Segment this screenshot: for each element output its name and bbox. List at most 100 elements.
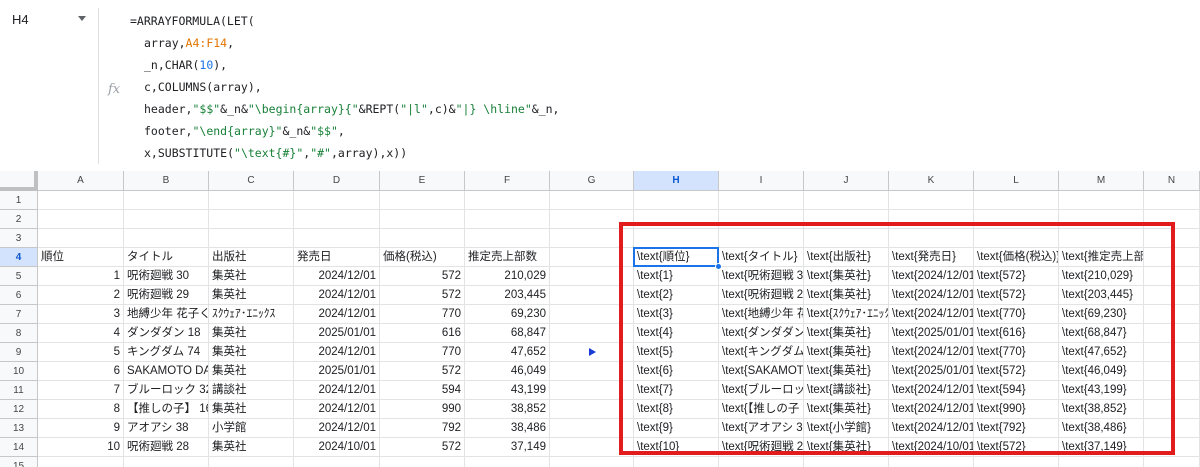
cell-l7[interactable]: \text{770} [974, 305, 1059, 324]
cell-d6[interactable]: 2024/12/01 [294, 286, 380, 305]
cell-m1[interactable] [1059, 191, 1144, 210]
cell-d9[interactable]: 2024/12/01 [294, 343, 380, 362]
cell-e2[interactable] [380, 210, 465, 229]
cell-d5[interactable]: 2024/12/01 [294, 267, 380, 286]
cell-l1[interactable] [974, 191, 1059, 210]
cell-d4[interactable]: 発売日 [294, 248, 380, 267]
cell-k10[interactable]: \text{2025/01/01} [889, 362, 974, 381]
cell-l8[interactable]: \text{616} [974, 324, 1059, 343]
column-header-n[interactable]: N [1144, 171, 1200, 191]
cell-k15[interactable] [889, 457, 974, 467]
cell-b1[interactable] [124, 191, 209, 210]
cell-n1[interactable] [1144, 191, 1200, 210]
cell-i9[interactable]: \text{キングダム [719, 343, 804, 362]
cell-c14[interactable]: 集英社 [209, 438, 294, 457]
cell-e10[interactable]: 572 [380, 362, 465, 381]
cell-b11[interactable]: ブルーロック 32 [124, 381, 209, 400]
cell-i15[interactable] [719, 457, 804, 467]
cell-c6[interactable]: 集英社 [209, 286, 294, 305]
cell-d2[interactable] [294, 210, 380, 229]
row-header-11[interactable]: 11 [0, 381, 38, 400]
cell-f1[interactable] [465, 191, 550, 210]
cell-h9[interactable]: \text{5} [634, 343, 719, 362]
cell-d8[interactable]: 2025/01/01 [294, 324, 380, 343]
cell-m14[interactable]: \text{37,149} [1059, 438, 1144, 457]
cell-b5[interactable]: 呪術廻戦 30 [124, 267, 209, 286]
cell-g5[interactable] [550, 267, 634, 286]
cell-b9[interactable]: キングダム 74 [124, 343, 209, 362]
cell-e6[interactable]: 572 [380, 286, 465, 305]
select-all-corner[interactable] [0, 171, 38, 191]
column-header-i[interactable]: I [719, 171, 804, 191]
cell-e7[interactable]: 770 [380, 305, 465, 324]
cell-a5[interactable]: 1 [38, 267, 124, 286]
cell-i3[interactable] [719, 229, 804, 248]
cell-n4[interactable] [1144, 248, 1200, 267]
cell-b10[interactable]: SAKAMOTO DAY [124, 362, 209, 381]
cell-h1[interactable] [634, 191, 719, 210]
cell-l10[interactable]: \text{572} [974, 362, 1059, 381]
cell-n11[interactable] [1144, 381, 1200, 400]
cell-j1[interactable] [804, 191, 889, 210]
cell-h10[interactable]: \text{6} [634, 362, 719, 381]
cell-g7[interactable] [550, 305, 634, 324]
cell-e8[interactable]: 616 [380, 324, 465, 343]
cell-d14[interactable]: 2024/10/01 [294, 438, 380, 457]
cell-e15[interactable] [380, 457, 465, 467]
cell-m6[interactable]: \text{203,445} [1059, 286, 1144, 305]
cell-l13[interactable]: \text{792} [974, 419, 1059, 438]
cell-a12[interactable]: 8 [38, 400, 124, 419]
cell-g4[interactable] [550, 248, 634, 267]
cell-j7[interactable]: \text{ｽｸｳｪｱ･ｴﾆｯｸ [804, 305, 889, 324]
cell-b3[interactable] [124, 229, 209, 248]
cell-e1[interactable] [380, 191, 465, 210]
cell-b4[interactable]: タイトル [124, 248, 209, 267]
cell-d7[interactable]: 2024/12/01 [294, 305, 380, 324]
fill-handle[interactable] [715, 263, 722, 270]
cell-a13[interactable]: 9 [38, 419, 124, 438]
row-header-9[interactable]: 9 [0, 343, 38, 362]
cell-a6[interactable]: 2 [38, 286, 124, 305]
cell-g3[interactable] [550, 229, 634, 248]
cell-i10[interactable]: \text{SAKAMOTO [719, 362, 804, 381]
row-header-14[interactable]: 14 [0, 438, 38, 457]
name-box-dropdown-icon[interactable] [78, 16, 86, 21]
cell-j14[interactable]: \text{集英社} [804, 438, 889, 457]
cell-a11[interactable]: 7 [38, 381, 124, 400]
cell-h7[interactable]: \text{3} [634, 305, 719, 324]
cell-i12[interactable]: \text{【推しの子 [719, 400, 804, 419]
cell-h12[interactable]: \text{8} [634, 400, 719, 419]
cell-f13[interactable]: 38,486 [465, 419, 550, 438]
cell-c5[interactable]: 集英社 [209, 267, 294, 286]
cell-l12[interactable]: \text{990} [974, 400, 1059, 419]
cell-g13[interactable] [550, 419, 634, 438]
column-header-c[interactable]: C [209, 171, 294, 191]
column-header-g[interactable]: G [550, 171, 634, 191]
cell-c1[interactable] [209, 191, 294, 210]
cell-c9[interactable]: 集英社 [209, 343, 294, 362]
cell-m5[interactable]: \text{210,029} [1059, 267, 1144, 286]
cell-g2[interactable] [550, 210, 634, 229]
cell-f5[interactable]: 210,029 [465, 267, 550, 286]
column-header-d[interactable]: D [294, 171, 380, 191]
cell-m7[interactable]: \text{69,230} [1059, 305, 1144, 324]
cell-j15[interactable] [804, 457, 889, 467]
cell-l3[interactable] [974, 229, 1059, 248]
cell-e13[interactable]: 792 [380, 419, 465, 438]
cell-c13[interactable]: 小学館 [209, 419, 294, 438]
cell-d3[interactable] [294, 229, 380, 248]
cell-k14[interactable]: \text{2024/10/01} [889, 438, 974, 457]
column-header-f[interactable]: F [465, 171, 550, 191]
cell-j5[interactable]: \text{集英社} [804, 267, 889, 286]
cell-l11[interactable]: \text{594} [974, 381, 1059, 400]
cell-b12[interactable]: 【推しの子】 16 [124, 400, 209, 419]
cell-a4[interactable]: 順位 [38, 248, 124, 267]
column-header-e[interactable]: E [380, 171, 465, 191]
cell-f8[interactable]: 68,847 [465, 324, 550, 343]
cell-e5[interactable]: 572 [380, 267, 465, 286]
row-header-3[interactable]: 3 [0, 229, 38, 248]
cell-a14[interactable]: 10 [38, 438, 124, 457]
cell-i11[interactable]: \text{ブルーロッ [719, 381, 804, 400]
cell-c4[interactable]: 出版社 [209, 248, 294, 267]
cell-k3[interactable] [889, 229, 974, 248]
